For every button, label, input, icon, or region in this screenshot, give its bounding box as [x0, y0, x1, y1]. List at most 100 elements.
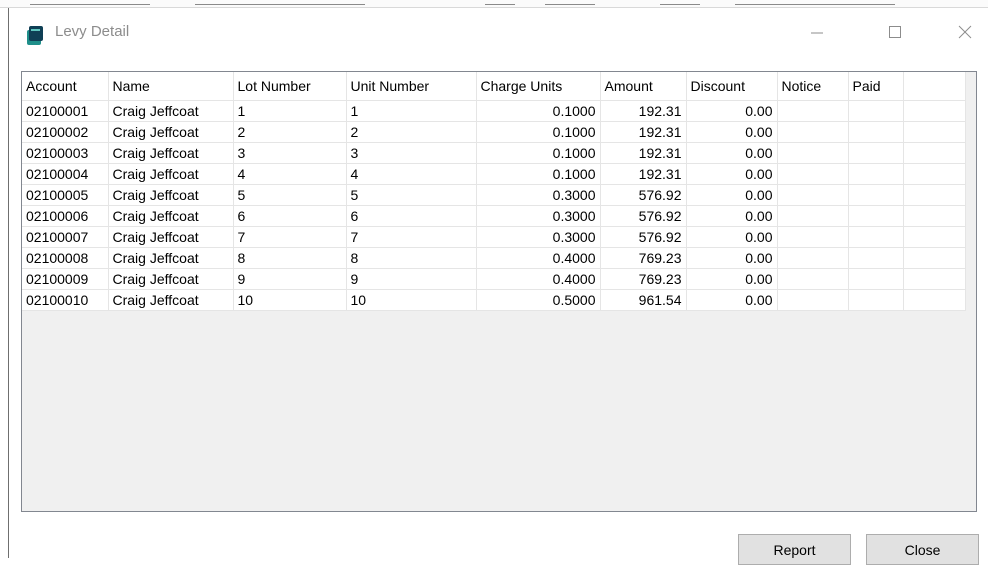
cell-amount[interactable]: 961.54: [600, 289, 687, 311]
cell-discount[interactable]: 0.00: [686, 121, 778, 143]
cell-notice[interactable]: [777, 205, 849, 227]
cell-charge-units[interactable]: 0.1000: [476, 121, 601, 143]
cell-notice[interactable]: [777, 142, 849, 164]
column-header-notice[interactable]: Notice: [777, 72, 849, 101]
cell-notice[interactable]: [777, 268, 849, 290]
cell-account[interactable]: 02100010: [22, 289, 109, 311]
cell-paid[interactable]: [848, 100, 904, 122]
table-row[interactable]: 02100009 Craig Jeffcoat 9 9 0.4000 769.23 0.00: [22, 268, 966, 290]
cell-lot-number[interactable]: 10: [233, 289, 347, 311]
cell-unit-number[interactable]: 6: [346, 205, 477, 227]
cell-name[interactable]: Craig Jeffcoat: [108, 205, 234, 227]
cell-discount[interactable]: 0.00: [686, 247, 778, 269]
cell-lot-number[interactable]: 5: [233, 184, 347, 206]
column-header-unit-number[interactable]: Unit Number: [346, 72, 477, 101]
cell-notice[interactable]: [777, 184, 849, 206]
cell-account[interactable]: 02100008: [22, 247, 109, 269]
cell-notice[interactable]: [777, 163, 849, 185]
cell-charge-units[interactable]: 0.5000: [476, 289, 601, 311]
cell-amount[interactable]: 576.92: [600, 184, 687, 206]
levy-grid[interactable]: Account Name Lot Number Unit Number Char…: [21, 71, 977, 512]
cell-amount[interactable]: 192.31: [600, 142, 687, 164]
cell-paid[interactable]: [848, 226, 904, 248]
cell-lot-number[interactable]: 2: [233, 121, 347, 143]
cell-amount[interactable]: 769.23: [600, 268, 687, 290]
cell-discount[interactable]: 0.00: [686, 163, 778, 185]
cell-unit-number[interactable]: 2: [346, 121, 477, 143]
cell-notice[interactable]: [777, 226, 849, 248]
cell-name[interactable]: Craig Jeffcoat: [108, 142, 234, 164]
table-row[interactable]: 02100006 Craig Jeffcoat 6 6 0.3000 576.92 0.00: [22, 205, 966, 227]
column-header-account[interactable]: Account: [22, 72, 109, 101]
cell-discount[interactable]: 0.00: [686, 226, 778, 248]
cell-unit-number[interactable]: 5: [346, 184, 477, 206]
cell-discount[interactable]: 0.00: [686, 268, 778, 290]
cell-amount[interactable]: 576.92: [600, 205, 687, 227]
column-header-amount[interactable]: Amount: [600, 72, 687, 101]
cell-notice[interactable]: [777, 247, 849, 269]
cell-amount[interactable]: 192.31: [600, 121, 687, 143]
cell-unit-number[interactable]: 7: [346, 226, 477, 248]
cell-unit-number[interactable]: 1: [346, 100, 477, 122]
minimize-button[interactable]: [794, 8, 840, 56]
report-button[interactable]: Report: [738, 534, 851, 565]
cell-notice[interactable]: [777, 289, 849, 311]
cell-discount[interactable]: 0.00: [686, 100, 778, 122]
cell-account[interactable]: 02100007: [22, 226, 109, 248]
cell-charge-units[interactable]: 0.1000: [476, 142, 601, 164]
cell-charge-units[interactable]: 0.4000: [476, 268, 601, 290]
column-header-lot-number[interactable]: Lot Number: [233, 72, 347, 101]
cell-account[interactable]: 02100004: [22, 163, 109, 185]
cell-account[interactable]: 02100003: [22, 142, 109, 164]
cell-paid[interactable]: [848, 205, 904, 227]
cell-lot-number[interactable]: 7: [233, 226, 347, 248]
cell-unit-number[interactable]: 4: [346, 163, 477, 185]
cell-amount[interactable]: 576.92: [600, 226, 687, 248]
cell-discount[interactable]: 0.00: [686, 142, 778, 164]
cell-paid[interactable]: [848, 121, 904, 143]
cell-unit-number[interactable]: 9: [346, 268, 477, 290]
cell-paid[interactable]: [848, 184, 904, 206]
cell-account[interactable]: 02100005: [22, 184, 109, 206]
cell-name[interactable]: Craig Jeffcoat: [108, 163, 234, 185]
cell-account[interactable]: 02100001: [22, 100, 109, 122]
cell-name[interactable]: Craig Jeffcoat: [108, 268, 234, 290]
table-row[interactable]: 02100001 Craig Jeffcoat 1 1 0.1000 192.31 0.00: [22, 100, 966, 122]
cell-name[interactable]: Craig Jeffcoat: [108, 100, 234, 122]
cell-name[interactable]: Craig Jeffcoat: [108, 247, 234, 269]
cell-account[interactable]: 02100006: [22, 205, 109, 227]
column-header-discount[interactable]: Discount: [686, 72, 778, 101]
cell-notice[interactable]: [777, 121, 849, 143]
cell-paid[interactable]: [848, 247, 904, 269]
column-header-name[interactable]: Name: [108, 72, 234, 101]
cell-amount[interactable]: 769.23: [600, 247, 687, 269]
cell-charge-units[interactable]: 0.3000: [476, 226, 601, 248]
close-window-button[interactable]: [942, 8, 988, 56]
cell-lot-number[interactable]: 6: [233, 205, 347, 227]
cell-lot-number[interactable]: 1: [233, 100, 347, 122]
cell-discount[interactable]: 0.00: [686, 205, 778, 227]
table-row[interactable]: 02100002 Craig Jeffcoat 2 2 0.1000 192.31 0.00: [22, 121, 966, 143]
cell-account[interactable]: 02100002: [22, 121, 109, 143]
table-row[interactable]: 02100004 Craig Jeffcoat 4 4 0.1000 192.31 0.00: [22, 163, 966, 185]
table-row[interactable]: 02100008 Craig Jeffcoat 8 8 0.4000 769.23 0.00: [22, 247, 966, 269]
cell-charge-units[interactable]: 0.4000: [476, 247, 601, 269]
cell-charge-units[interactable]: 0.1000: [476, 163, 601, 185]
cell-charge-units[interactable]: 0.3000: [476, 184, 601, 206]
table-row[interactable]: 02100007 Craig Jeffcoat 7 7 0.3000 576.92 0.00: [22, 226, 966, 248]
cell-amount[interactable]: 192.31: [600, 163, 687, 185]
cell-lot-number[interactable]: 4: [233, 163, 347, 185]
cell-paid[interactable]: [848, 268, 904, 290]
cell-paid[interactable]: [848, 142, 904, 164]
cell-discount[interactable]: 0.00: [686, 289, 778, 311]
table-row[interactable]: 02100003 Craig Jeffcoat 3 3 0.1000 192.31 0.00: [22, 142, 966, 164]
cell-name[interactable]: Craig Jeffcoat: [108, 289, 234, 311]
cell-charge-units[interactable]: 0.3000: [476, 205, 601, 227]
cell-paid[interactable]: [848, 163, 904, 185]
cell-account[interactable]: 02100009: [22, 268, 109, 290]
cell-paid[interactable]: [848, 289, 904, 311]
cell-name[interactable]: Craig Jeffcoat: [108, 121, 234, 143]
cell-discount[interactable]: 0.00: [686, 184, 778, 206]
cell-lot-number[interactable]: 3: [233, 142, 347, 164]
column-header-charge-units[interactable]: Charge Units: [476, 72, 601, 101]
